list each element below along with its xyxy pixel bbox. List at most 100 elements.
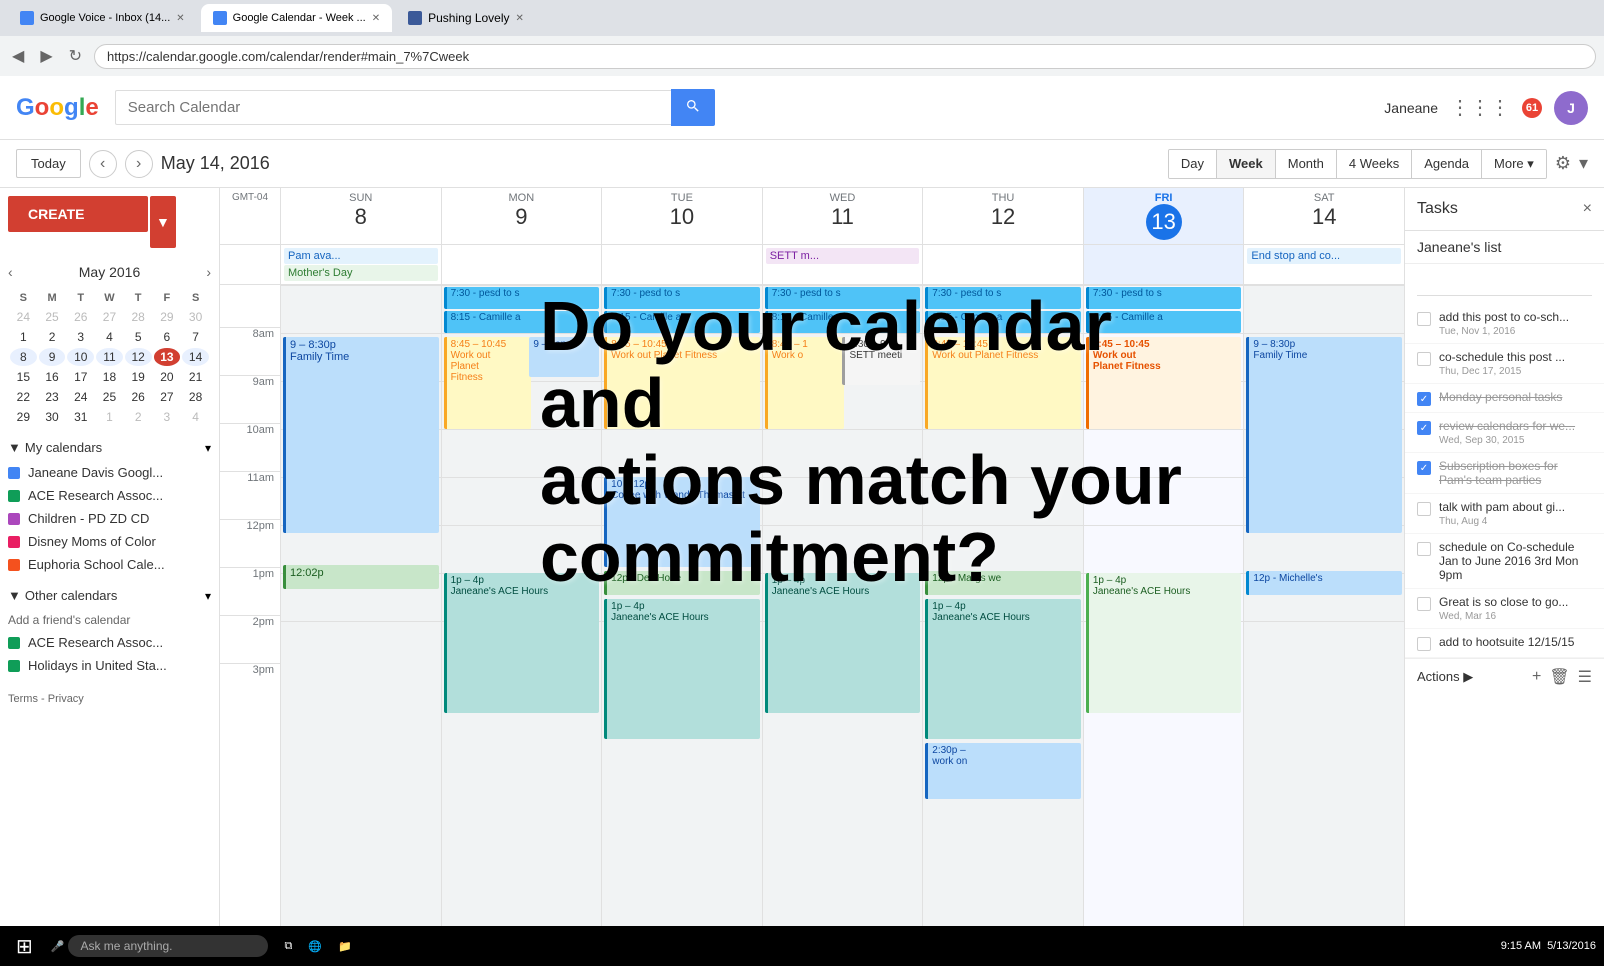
other-calendars-options-icon[interactable]: ▾ [205, 589, 211, 603]
task-checkbox-icon[interactable] [1417, 637, 1431, 651]
other-calendars-section[interactable]: ▼ Other calendars ▾ [8, 588, 211, 603]
calendar-event[interactable]: 10 – 12p Coffee with Wanda Thomas at [604, 477, 760, 567]
task-checkbox-icon[interactable] [1417, 597, 1431, 611]
mini-cal-day[interactable]: 29 [10, 408, 37, 426]
task-checkbox-icon-checked[interactable]: ✓ [1417, 392, 1431, 406]
mini-cal-day[interactable]: 9 [39, 348, 66, 366]
mini-cal-day[interactable]: 26 [125, 388, 152, 406]
calendar-event[interactable]: 8:15 - Camille a [925, 311, 1081, 333]
calendar-item-janeane[interactable]: Janeane Davis Googl... [8, 461, 211, 484]
calendar-event[interactable]: 1p – 4p Janeane's ACE Hours [765, 573, 921, 713]
user-avatar[interactable]: J [1554, 91, 1588, 125]
mini-cal-day[interactable]: 26 [67, 308, 94, 326]
mini-cal-day-today[interactable]: 13 [154, 348, 181, 366]
mini-cal-day[interactable]: 24 [67, 388, 94, 406]
view-4weeks-button[interactable]: 4 Weeks [1337, 150, 1412, 178]
create-button[interactable]: CREATE [8, 196, 148, 232]
mini-cal-day[interactable]: 22 [10, 388, 37, 406]
my-calendars-options-icon[interactable]: ▾ [205, 441, 211, 455]
task-checkbox-icon[interactable] [1417, 542, 1431, 556]
calendar-event[interactable]: 7:30 - pesd to s [925, 287, 1081, 309]
calendar-event[interactable]: 8:45 – 10:45 Work out Planet Fitness [604, 337, 760, 429]
apps-grid-icon[interactable]: ⋮⋮⋮ [1450, 95, 1510, 120]
calendar-event[interactable]: 1p – 4p Janeane's ACE Hours [1086, 573, 1242, 713]
task-input[interactable] [1417, 272, 1592, 296]
mini-cal-day[interactable]: 3 [154, 408, 181, 426]
mini-cal-day[interactable]: 8 [10, 348, 37, 366]
taskbar-task-view[interactable]: ⧉ [278, 938, 298, 955]
calendar-event[interactable]: 12p - DestHone [604, 571, 760, 595]
task-checkbox-icon[interactable] [1417, 352, 1431, 366]
back-button[interactable]: ◀ [8, 42, 28, 70]
calendar-item-ace[interactable]: ACE Research Assoc... [8, 484, 211, 507]
calendar-event[interactable]: 9 – 8:30p Family Time [283, 337, 439, 533]
mini-cal-day[interactable]: 2 [125, 408, 152, 426]
calendar-event[interactable]: 12p - Margs we [925, 571, 1081, 595]
day-header-tue[interactable]: TUE 10 [601, 188, 762, 244]
calendar-event[interactable]: 12p - Michelle's [1246, 571, 1402, 595]
day-header-thu[interactable]: THU 12 [922, 188, 1083, 244]
mini-cal-day[interactable]: 16 [39, 368, 66, 386]
day-header-fri[interactable]: FRI 13 [1083, 188, 1244, 244]
tab-close-icon[interactable]: ✕ [176, 13, 184, 24]
all-day-event[interactable]: SETT m... [766, 248, 920, 264]
mini-cal-day[interactable]: 27 [96, 308, 123, 326]
mini-cal-day[interactable]: 1 [10, 328, 37, 346]
calendar-event[interactable]: 7:30 - pesd to s [604, 287, 760, 309]
mini-cal-day[interactable]: 17 [67, 368, 94, 386]
mini-cal-day[interactable]: 30 [39, 408, 66, 426]
mini-cal-day[interactable]: 29 [154, 308, 181, 326]
task-checkbox-icon[interactable] [1417, 312, 1431, 326]
tab-google-voice[interactable]: Google Voice - Inbox (14... ✕ [8, 4, 197, 32]
view-week-button[interactable]: Week [1217, 150, 1276, 178]
tab-pushing-lovely[interactable]: Pushing Lovely ✕ [396, 4, 536, 32]
calendar-event[interactable]: 8:15 - Camille a [444, 311, 600, 333]
mini-cal-prev[interactable]: ‹ [8, 264, 13, 280]
privacy-link[interactable]: Privacy [48, 693, 84, 705]
next-week-button[interactable]: › [125, 150, 153, 178]
create-dropdown-button[interactable]: ▼ [150, 196, 176, 248]
calendar-event[interactable]: 1p – 4p Janeane's ACE Hours [604, 599, 760, 739]
notification-badge[interactable]: 61 [1522, 98, 1542, 118]
cortana-search-box[interactable]: Ask me anything. [68, 935, 268, 957]
mini-cal-day[interactable]: 11 [96, 348, 123, 366]
collapse-button[interactable]: ▾ [1579, 153, 1588, 174]
mini-cal-day[interactable]: 28 [125, 308, 152, 326]
mini-cal-day[interactable]: 21 [182, 368, 209, 386]
terms-link[interactable]: Terms [8, 693, 38, 705]
calendar-event[interactable]: 1p – 4p Janeane's ACE Hours [925, 599, 1081, 739]
mini-cal-day[interactable]: 6 [154, 328, 181, 346]
mini-cal-day[interactable]: 31 [67, 408, 94, 426]
mini-cal-day[interactable]: 27 [154, 388, 181, 406]
day-header-mon[interactable]: MON 9 [441, 188, 602, 244]
mini-cal-day[interactable]: 25 [96, 388, 123, 406]
calendar-item-disney[interactable]: Disney Moms of Color [8, 530, 211, 553]
forward-button[interactable]: ▶ [36, 42, 56, 70]
prev-week-button[interactable]: ‹ [89, 150, 117, 178]
mini-cal-day[interactable]: 23 [39, 388, 66, 406]
task-checkbox-icon-checked[interactable]: ✓ [1417, 421, 1431, 435]
day-header-wed[interactable]: WED 11 [762, 188, 923, 244]
view-month-button[interactable]: Month [1276, 150, 1337, 178]
calendar-item-holidays[interactable]: Holidays in United Sta... [8, 654, 211, 677]
start-button[interactable]: ⊞ [8, 932, 41, 961]
calendar-event[interactable]: 7:30 - pesd to s [1086, 287, 1242, 309]
mini-cal-day[interactable]: 1 [96, 408, 123, 426]
add-task-button[interactable]: + [1532, 667, 1541, 687]
mini-cal-day[interactable]: 20 [154, 368, 181, 386]
mini-cal-day[interactable]: 5 [125, 328, 152, 346]
mini-cal-day[interactable]: 3 [67, 328, 94, 346]
task-checkbox-icon[interactable] [1417, 502, 1431, 516]
calendar-event[interactable]: 9 – Jan [529, 337, 599, 377]
all-day-event[interactable]: Pam ava... [284, 248, 438, 264]
mini-cal-day[interactable]: 4 [182, 408, 209, 426]
calendar-item-children[interactable]: Children - PD ZD CD [8, 507, 211, 530]
mini-cal-day[interactable]: 25 [39, 308, 66, 326]
add-friend-button[interactable]: Add a friend's calendar [8, 609, 211, 631]
actions-button[interactable]: Actions ▶ [1417, 669, 1473, 685]
calendar-event[interactable]: 8:15 - Camille a [765, 311, 921, 333]
calendar-event[interactable]: 8:30 – 9 SETT meeti [842, 337, 920, 385]
my-calendars-section[interactable]: ▼ My calendars ▾ [8, 440, 211, 455]
calendar-event-today[interactable]: 8:45 – 10:45 Work out Planet Fitness [1086, 337, 1242, 429]
mini-cal-day[interactable]: 2 [39, 328, 66, 346]
